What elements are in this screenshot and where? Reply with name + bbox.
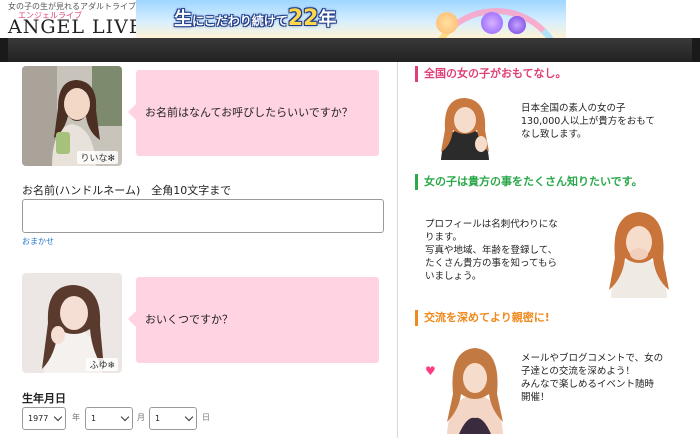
banner-headline: 生にこだわり続けて22年 bbox=[174, 5, 336, 31]
day-unit: 日 bbox=[202, 413, 210, 422]
section-line: 開催！ bbox=[521, 392, 550, 403]
question-bubble: お名前はなんてお呼びしたらいいですか？ bbox=[128, 70, 379, 156]
omakase-link[interactable]: おまかせ bbox=[22, 236, 54, 247]
month-value: 1 bbox=[91, 414, 97, 423]
question-text: お名前はなんてお呼びしたらいいですか？ bbox=[145, 106, 353, 119]
feature-panel: 全国の女の子がおもてなし。 日本全国の素人の女の子 130,000人以上が貴方を… bbox=[409, 62, 692, 438]
balloon-decoration bbox=[436, 12, 458, 34]
section-text: メールやブログコメントで、女の 子達との交流を深めよう！ みんなで楽しめるイベン… bbox=[521, 352, 691, 404]
anniversary-banner: 生にこだわり続けて22年 bbox=[136, 0, 566, 38]
feature-section-exchange: 交流を深めてより親密に! ♥ メールやブログコメントで、女の 子達との交流を深め… bbox=[415, 310, 692, 438]
question-text: おいくつですか？ bbox=[145, 313, 233, 326]
question-bubble: おいくつですか？ bbox=[128, 277, 379, 363]
section-line: いましょう。 bbox=[425, 271, 482, 282]
section-title: 交流を深めてより親密に! bbox=[415, 310, 550, 326]
day-value: 1 bbox=[155, 414, 161, 423]
section-line: みんなで楽しめるイベント随時 bbox=[521, 379, 655, 390]
birthdate-label: 生年月日 bbox=[22, 392, 66, 405]
question-age-block: ふゆ❄ おいくつですか？ bbox=[22, 273, 382, 377]
banner-big: 生 bbox=[174, 9, 192, 30]
feature-section-profile: 女の子は貴方の事をたくさん知りたいです。 プロフィールは名刺代わりにな ります。… bbox=[415, 174, 692, 302]
nav-bar bbox=[0, 38, 700, 62]
chevron-down-icon bbox=[184, 412, 194, 422]
avatar-name: りいな✻ bbox=[77, 151, 118, 164]
section-line: プロフィールは名刺代わりにな bbox=[425, 219, 558, 230]
avatar: ふゆ❄ bbox=[22, 273, 122, 373]
section-line: 日本全国の素人の女の子 bbox=[521, 103, 626, 114]
section-title: 全国の女の子がおもてなし。 bbox=[415, 66, 567, 82]
girl-photo bbox=[427, 90, 501, 160]
year-unit: 年 bbox=[72, 413, 80, 422]
section-line: 写真や地域、年齢を登録して、 bbox=[425, 245, 558, 256]
feature-section-hospitality: 全国の女の子がおもてなし。 日本全国の素人の女の子 130,000人以上が貴方を… bbox=[415, 66, 692, 166]
banner-years: 22 bbox=[287, 6, 319, 31]
avatar: りいな✻ bbox=[22, 66, 122, 166]
section-text: 日本全国の素人の女の子 130,000人以上が貴方をおもて なし致します。 bbox=[521, 102, 691, 141]
birthdate-selects: 1977 年 1 月 1 日 bbox=[22, 407, 392, 430]
avatar-name: ふゆ❄ bbox=[86, 358, 118, 371]
year-select[interactable]: 1977 bbox=[22, 407, 66, 430]
site-logo[interactable]: ANGEL LIVE bbox=[8, 16, 144, 38]
name-input[interactable] bbox=[22, 199, 384, 233]
section-line: なし致します。 bbox=[521, 129, 587, 140]
question-name-block: りいな✻ お名前はなんてお呼びしたらいいですか？ bbox=[22, 66, 382, 170]
section-line: たくさん貴方の事を知ってもら bbox=[425, 258, 558, 269]
section-line: メールやブログコメントで、女の bbox=[521, 353, 664, 364]
name-field-label: お名前(ハンドルネーム) 全角10文字まで bbox=[22, 184, 232, 197]
girl-photo bbox=[439, 338, 511, 434]
chevron-down-icon bbox=[53, 412, 63, 422]
section-line: 130,000人以上が貴方をおもて bbox=[521, 116, 655, 127]
banner-mid: にこだわり続けて bbox=[192, 14, 288, 28]
month-unit: 月 bbox=[137, 413, 145, 422]
section-line: ります。 bbox=[425, 232, 463, 243]
flower-decoration bbox=[481, 12, 503, 34]
year-value: 1977 bbox=[28, 414, 49, 423]
month-select[interactable]: 1 bbox=[85, 407, 133, 430]
section-line: 子達との交流を深めよう！ bbox=[521, 366, 635, 377]
section-text: プロフィールは名刺代わりにな ります。 写真や地域、年齢を登録して、 たくさん貴… bbox=[425, 218, 593, 283]
registration-form: りいな✻ お名前はなんてお呼びしたらいいですか？ お名前(ハンドルネーム) 全角… bbox=[8, 62, 398, 438]
day-select[interactable]: 1 bbox=[149, 407, 197, 430]
chevron-down-icon bbox=[120, 412, 130, 422]
site-header: 女の子の生が見れるアダルトライブチャット エンジェルライブ ANGEL LIVE… bbox=[0, 0, 700, 38]
flower-decoration bbox=[508, 16, 526, 34]
section-title: 女の子は貴方の事をたくさん知りたいです。 bbox=[415, 174, 643, 190]
heart-icon: ♥ bbox=[425, 364, 436, 378]
banner-end: 年 bbox=[318, 9, 337, 30]
girl-photo bbox=[599, 198, 679, 298]
